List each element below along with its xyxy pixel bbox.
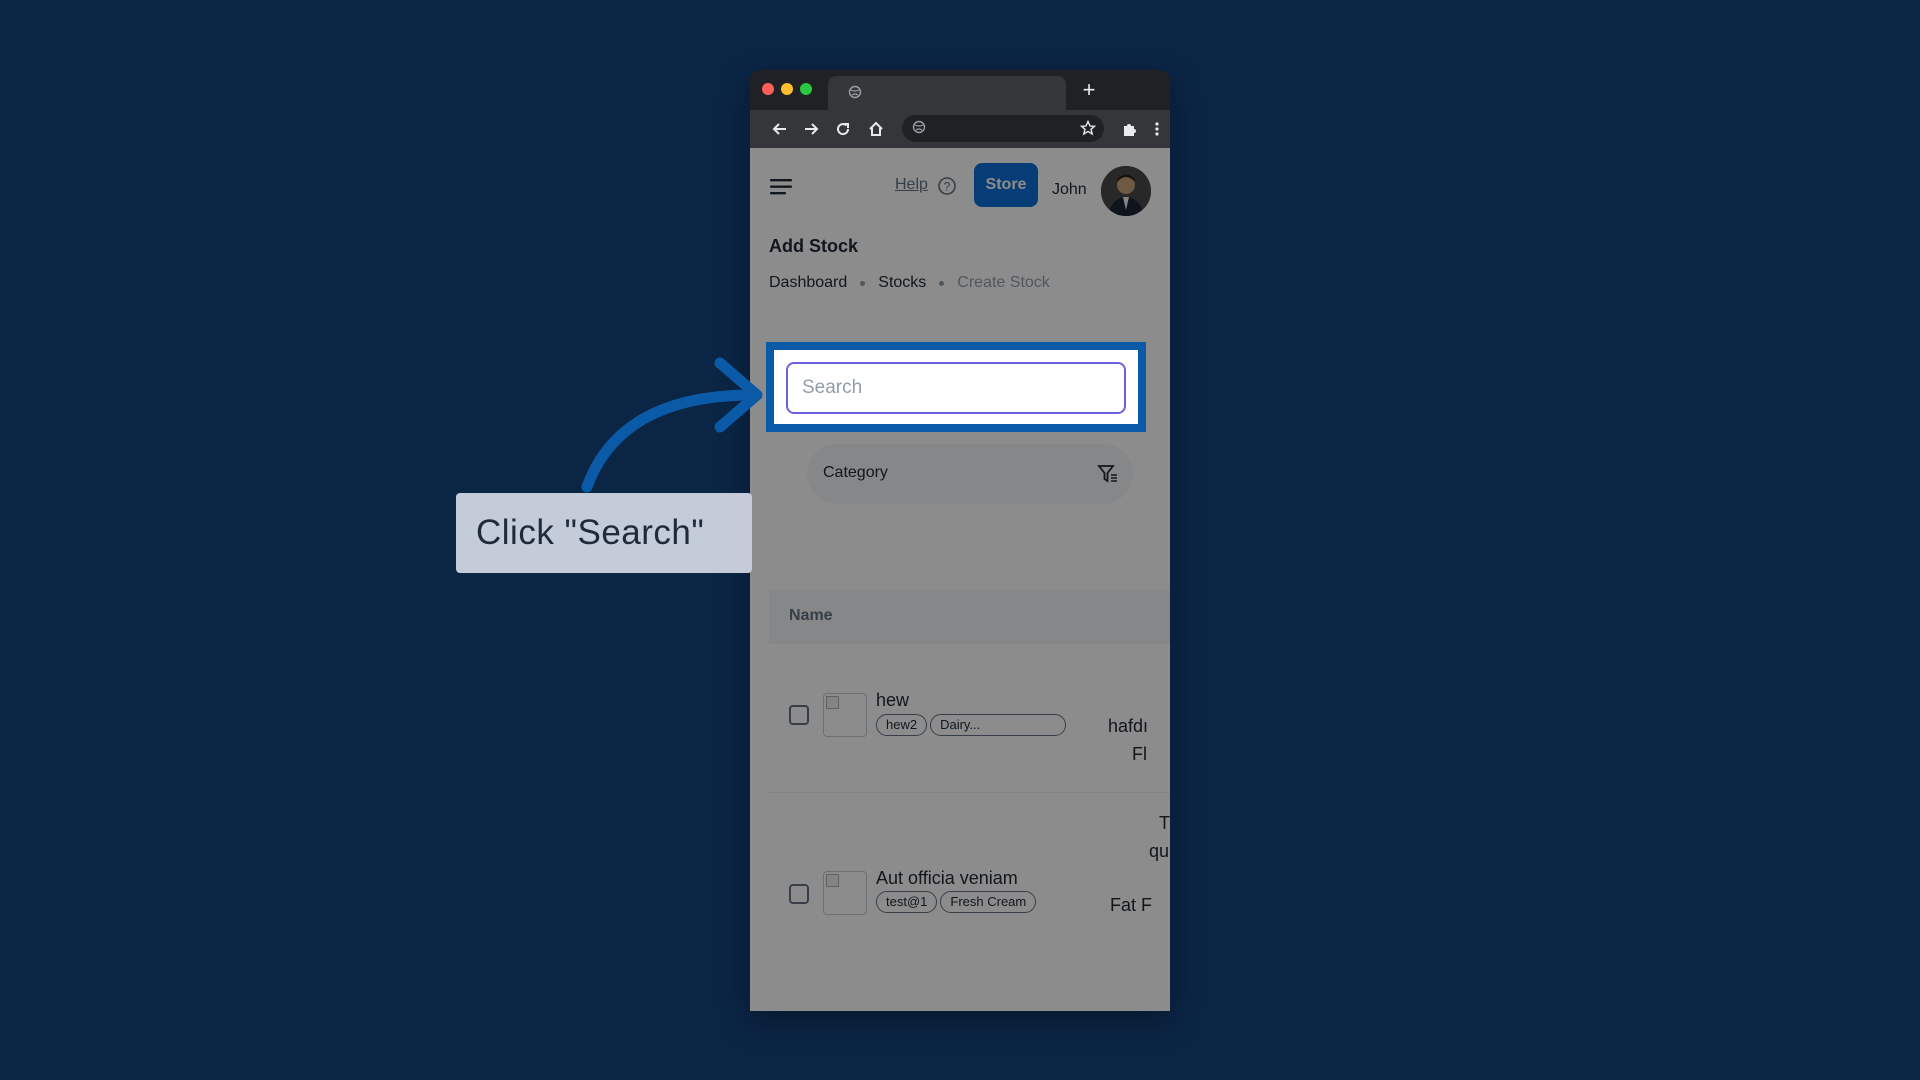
category-label: Category	[823, 464, 888, 481]
avatar[interactable]	[1101, 166, 1151, 216]
help-link[interactable]: Help	[895, 176, 928, 194]
row-detail-text: Fat F	[1110, 895, 1153, 915]
store-button[interactable]: Store	[974, 163, 1038, 207]
product-tags: hew2 Dairy...	[876, 714, 1067, 736]
row-detail-text: Fl	[1132, 744, 1147, 764]
tag-chip: hew2	[876, 714, 928, 736]
product-thumbnail	[823, 871, 867, 915]
globe-icon	[912, 120, 926, 134]
column-header-name[interactable]: Name	[789, 607, 833, 625]
breadcrumb-separator	[860, 280, 866, 286]
menu-icon[interactable]	[770, 178, 794, 196]
table-row[interactable]: hew hew2 Dairy... hafdı Fl	[769, 644, 1170, 793]
breadcrumb-create-stock: Create Stock	[957, 274, 1050, 291]
arrow-icon	[581, 357, 763, 493]
help-icon[interactable]: ?	[937, 176, 957, 196]
home-icon[interactable]	[867, 120, 885, 138]
breadcrumb-dashboard[interactable]: Dashboard	[769, 274, 847, 292]
reload-icon[interactable]	[834, 120, 852, 138]
search-input[interactable]	[786, 362, 1126, 414]
filter-icon[interactable]	[1097, 463, 1119, 485]
row-detail-text: hafdı	[1108, 716, 1149, 736]
globe-icon	[848, 85, 862, 99]
product-name: Aut officia veniam	[876, 868, 1018, 888]
search-highlight	[774, 350, 1138, 424]
page-title: Add Stock	[769, 236, 859, 256]
avatar-image	[1101, 166, 1151, 216]
more-icon[interactable]	[1148, 120, 1166, 138]
row-detail-text: T	[1159, 813, 1170, 833]
table-header: Name	[769, 590, 1170, 644]
extensions-icon[interactable]	[1121, 120, 1139, 138]
tag-chip: test@1	[876, 891, 938, 913]
category-filter[interactable]: Category	[807, 444, 1133, 504]
tag-chip: Fresh Cream	[940, 891, 1037, 913]
tag-chip: Dairy...	[930, 714, 1067, 736]
instruction-callout: Click "Search"	[456, 493, 752, 573]
new-tab-button[interactable]: +	[1075, 76, 1103, 104]
row-checkbox[interactable]	[789, 705, 809, 725]
product-tags: test@1 Fresh Cream	[876, 891, 1037, 913]
product-name: hew	[876, 690, 910, 710]
svg-text:?: ?	[944, 180, 951, 194]
breadcrumb-stocks[interactable]: Stocks	[878, 274, 926, 292]
minimize-window-button[interactable]	[781, 83, 793, 95]
maximize-window-button[interactable]	[800, 83, 812, 95]
breadcrumb: Dashboard Stocks Create Stock	[769, 274, 1050, 292]
row-checkbox[interactable]	[789, 884, 809, 904]
page-viewport: Help ? Store John Add Stock Dashboard St…	[750, 148, 1170, 1011]
user-name: John	[1052, 181, 1087, 198]
browser-toolbar	[750, 110, 1170, 148]
star-icon[interactable]	[1080, 120, 1096, 136]
product-thumbnail	[823, 693, 867, 737]
row-detail-text: qu	[1149, 841, 1170, 861]
browser-tab[interactable]	[828, 76, 1066, 110]
forward-icon[interactable]	[802, 120, 820, 138]
back-icon[interactable]	[771, 120, 789, 138]
browser-titlebar: +	[750, 70, 1170, 110]
breadcrumb-separator	[939, 280, 945, 286]
table-row[interactable]: Aut officia veniam test@1 Fresh Cream T …	[769, 793, 1170, 993]
address-bar[interactable]	[902, 115, 1104, 142]
browser-window: + Help ? Store John Add Stock Dashboard …	[750, 70, 1170, 1011]
close-window-button[interactable]	[762, 83, 774, 95]
